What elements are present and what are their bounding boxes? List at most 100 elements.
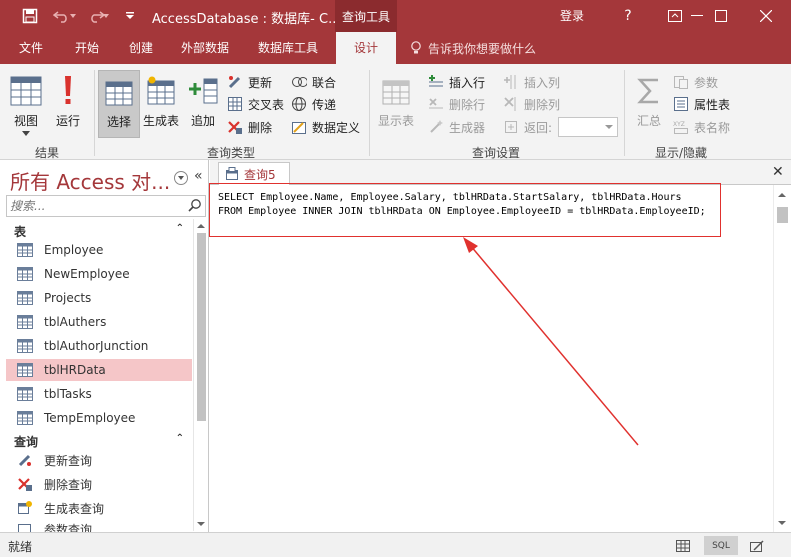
nav-item-table[interactable]: NewEmployee	[6, 263, 192, 285]
chevron-up-icon: ⌃	[175, 433, 184, 444]
property-sheet-button[interactable]: 属性表	[673, 94, 730, 114]
scroll-up-icon[interactable]	[778, 193, 786, 197]
nav-category-tables[interactable]: 表 ⌃	[6, 220, 192, 240]
datasheet-view-icon	[10, 74, 42, 108]
tab-query5[interactable]: 查询5	[218, 162, 290, 185]
tab-file[interactable]: 文件	[8, 32, 54, 64]
status-text: 就绪	[8, 540, 33, 554]
redo-dropdown-icon[interactable]	[100, 0, 112, 32]
crosstab-button[interactable]: 交叉表	[227, 94, 284, 114]
nav-scrollbar-thumb[interactable]	[197, 233, 206, 421]
nav-item-table[interactable]: Projects	[6, 287, 192, 309]
tab-design[interactable]: 设计	[336, 32, 396, 64]
insert-rows-button[interactable]: 插入行	[428, 72, 485, 92]
nav-search-box[interactable]	[6, 195, 206, 217]
run-button[interactable]: 运行	[46, 70, 90, 138]
nav-item-label: TempEmployee	[44, 411, 136, 425]
tab-database-tools[interactable]: 数据库工具	[248, 32, 328, 64]
scroll-down-icon[interactable]	[197, 522, 205, 526]
builder-label: 生成器	[449, 120, 486, 135]
maximize-icon[interactable]	[698, 0, 744, 32]
table-icon	[16, 291, 34, 305]
group-separator	[369, 70, 370, 156]
sql-editor[interactable]: SELECT Employee.Name, Employee.Salary, t…	[210, 185, 773, 532]
editor-scrollbar-thumb[interactable]	[777, 207, 788, 223]
scroll-down-icon[interactable]	[778, 521, 786, 525]
builder-button[interactable]: 生成器	[428, 117, 485, 137]
tell-me-box[interactable]: 告诉我你想要做什么	[410, 32, 536, 64]
nav-item-table[interactable]: tblAuthorJunction	[6, 335, 192, 357]
close-window-icon[interactable]	[743, 0, 789, 32]
delete-x-icon	[227, 119, 243, 135]
table-names-button[interactable]: XYZ 表名称	[673, 117, 730, 137]
login-link[interactable]: 登录	[560, 7, 584, 24]
nav-item-label: tblHRData	[44, 363, 106, 377]
table-names-icon: XYZ	[673, 119, 689, 135]
nav-item-table[interactable]: tblAuthers	[6, 311, 192, 333]
save-icon[interactable]	[16, 0, 44, 32]
lightbulb-icon	[411, 41, 421, 54]
update-button[interactable]: 更新	[227, 72, 272, 92]
nav-category-queries-label: 查询	[14, 435, 39, 449]
query-tools-context-label: 查询工具	[335, 0, 397, 32]
undo-dropdown-icon[interactable]	[67, 0, 79, 32]
parameters-button[interactable]: 参数	[673, 72, 718, 92]
nav-item-table[interactable]: Employee	[6, 239, 192, 261]
nav-item-label: tblTasks	[44, 387, 92, 401]
nav-item-table[interactable]: TempEmployee	[6, 407, 192, 429]
ribbon-tabs: 文件 开始 创建 外部数据 数据库工具 设计 告诉我你想要做什么	[0, 32, 791, 64]
delete-query-button[interactable]: 删除	[227, 117, 272, 137]
svg-text:XYZ: XYZ	[673, 121, 685, 128]
crosstab-label: 交叉表	[248, 97, 285, 112]
tab-create[interactable]: 创建	[118, 32, 164, 64]
customize-qat-icon[interactable]	[116, 0, 144, 32]
delete-rows-button[interactable]: 删除行	[428, 94, 485, 114]
title-bar: AccessDatabase : 数据库- C... 查询工具 登录 ?	[0, 0, 791, 32]
scroll-up-icon[interactable]	[197, 224, 205, 228]
help-button[interactable]: ?	[605, 0, 651, 32]
nav-item-label: Employee	[44, 243, 104, 257]
nav-item-table[interactable]: tblTasks	[6, 383, 192, 405]
union-icon	[291, 74, 307, 90]
globe-icon	[291, 96, 307, 112]
union-label: 联合	[312, 75, 337, 90]
pass-through-button[interactable]: 传递	[291, 94, 336, 114]
search-icon[interactable]	[188, 198, 202, 215]
make-table-button[interactable]: 生成表	[140, 70, 182, 138]
insert-columns-button[interactable]: 插入列	[503, 72, 560, 92]
table-icon	[16, 267, 34, 281]
nav-menu-dropdown-icon[interactable]	[174, 171, 188, 185]
table-icon	[16, 363, 34, 377]
tab-external-data[interactable]: 外部数据	[172, 32, 238, 64]
show-table-button[interactable]: 显示表	[374, 70, 418, 138]
view-button[interactable]: 视图	[4, 70, 48, 138]
show-table-icon	[380, 74, 412, 108]
nav-item-label: NewEmployee	[44, 267, 130, 281]
totals-button[interactable]: 汇总	[628, 70, 670, 138]
nav-item-query[interactable]: 生成表查询	[6, 497, 192, 519]
nav-item-label: 删除查询	[44, 477, 93, 492]
nav-item-query[interactable]: 删除查询	[6, 473, 192, 495]
shutter-bar-collapse-icon[interactable]: «	[194, 168, 203, 184]
nav-search-input[interactable]	[7, 196, 177, 216]
return-value-combobox[interactable]	[558, 117, 618, 137]
delete-columns-button[interactable]: 删除列	[503, 94, 560, 114]
data-definition-button[interactable]: 数据定义	[291, 117, 360, 137]
editor-scrollbar[interactable]	[773, 185, 789, 532]
design-view-icon[interactable]	[746, 536, 768, 555]
nav-item-table[interactable]: tblHRData	[6, 359, 192, 381]
nav-category-queries[interactable]: 查询 ⌃	[6, 430, 192, 450]
nav-pane-title[interactable]: 所有 Access 对...	[10, 166, 170, 195]
union-button[interactable]: 联合	[291, 72, 336, 92]
nav-scrollbar[interactable]	[193, 219, 208, 531]
show-table-label: 显示表	[377, 114, 414, 128]
nav-item-query[interactable]: 更新查询	[6, 449, 192, 471]
group-separator	[624, 70, 625, 156]
tab-home[interactable]: 开始	[64, 32, 110, 64]
select-query-button[interactable]: 选择	[98, 70, 140, 138]
sql-view-button[interactable]: SQL	[704, 536, 738, 555]
datasheet-view-icon[interactable]	[672, 536, 694, 555]
close-document-icon[interactable]: ✕	[772, 164, 784, 180]
parameters-label: 参数	[694, 75, 719, 90]
append-button[interactable]: 追加	[182, 70, 224, 138]
